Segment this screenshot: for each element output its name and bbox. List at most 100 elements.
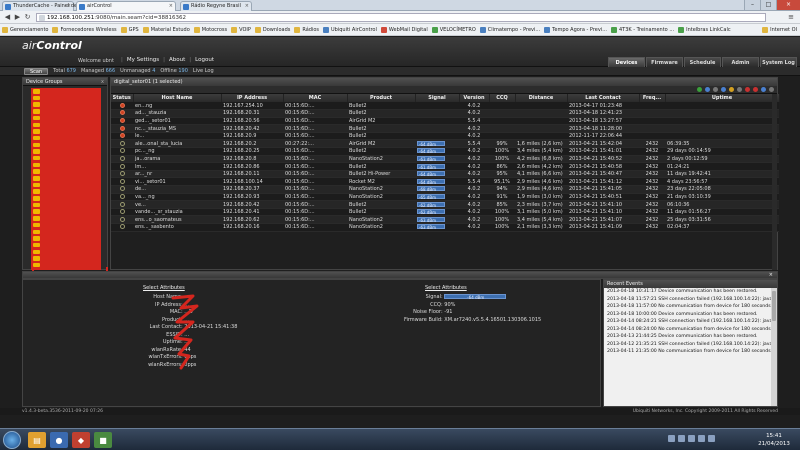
network-icon[interactable] <box>678 435 685 442</box>
group-item[interactable] <box>31 88 101 95</box>
about-link[interactable]: About <box>169 57 185 63</box>
column-header[interactable]: CCQ <box>489 94 516 102</box>
column-header[interactable]: Last Contact <box>567 94 640 102</box>
table-row[interactable]: ale...onal_sta_lucia 192.168.20.2 00:27:22… <box>111 139 779 149</box>
bookmark-item[interactable]: Tempo Agora - Previ... <box>544 26 607 33</box>
my-settings-link[interactable]: My Settings <box>127 57 159 63</box>
table-row[interactable]: de... 192.168.20.37 00:15:6D:... NanoStatio… <box>111 185 779 194</box>
group-item[interactable] <box>31 249 101 256</box>
group-item[interactable] <box>31 108 101 115</box>
refresh-icon[interactable] <box>705 87 710 92</box>
group-item[interactable] <box>31 202 101 209</box>
flag-icon[interactable] <box>698 435 705 442</box>
forward-icon[interactable]: ▶ <box>13 13 22 22</box>
column-header[interactable]: Product <box>347 94 416 102</box>
group-item[interactable] <box>31 142 101 149</box>
column-header[interactable]: IP Address <box>221 94 284 102</box>
details-close-icon[interactable]: × <box>769 272 773 279</box>
group-item[interactable] <box>31 162 101 169</box>
bookmark-item[interactable]: Gerenciamento <box>2 26 48 33</box>
bookmark-item[interactable]: Rádios <box>294 26 319 33</box>
group-item[interactable] <box>31 155 101 162</box>
table-row[interactable]: pc..._ng 192.168.20.25 00:15:6D:... Bullet2… <box>111 147 779 156</box>
table-row[interactable]: nc..._stauzia_MS 192.168.20.42 00:15:6D:..… <box>111 124 779 133</box>
minimize-icon[interactable]: – <box>744 0 760 10</box>
page-info-icon[interactable] <box>39 15 45 21</box>
upgrade-icon[interactable] <box>721 87 726 92</box>
browser-tab-thundercache[interactable]: ThunderCache - Painel de... × <box>2 1 82 11</box>
add-icon[interactable] <box>697 87 702 92</box>
table-row[interactable]: ens...o_saomateus 192.168.20.62 00:15:6D:.… <box>111 215 779 224</box>
reboot-icon[interactable] <box>745 87 750 92</box>
table-row[interactable]: vi..._setor01 192.168.100.14 00:15:6D:... R… <box>111 177 779 187</box>
browser-menu-icon[interactable]: ≡ <box>786 13 796 22</box>
column-header[interactable]: Uptime <box>665 94 780 102</box>
column-header[interactable]: Freq... <box>639 94 666 102</box>
group-item[interactable] <box>31 95 101 102</box>
back-icon[interactable]: ◀ <box>3 13 12 22</box>
group-item[interactable] <box>31 235 101 242</box>
delete-icon[interactable] <box>753 87 758 92</box>
close-window-icon[interactable]: × <box>776 0 800 10</box>
table-row[interactable]: ens..._sasbento 192.168.20.16 00:15:6D:...… <box>111 223 779 232</box>
maximize-icon[interactable]: □ <box>760 0 776 10</box>
column-header[interactable]: Distance <box>515 94 568 102</box>
tools-icon[interactable] <box>729 87 734 92</box>
browser-tab-aircontrol[interactable]: airControl × <box>76 1 176 11</box>
bookmark-item[interactable]: GPS <box>120 26 139 33</box>
group-item[interactable] <box>31 242 101 249</box>
group-item[interactable] <box>31 222 101 229</box>
column-header[interactable]: Status <box>111 94 134 102</box>
table-row[interactable]: va..._ng 192.168.20.93 00:15:6D:... NanoSta… <box>111 193 779 202</box>
tab-close-icon[interactable]: × <box>245 3 249 9</box>
tab-admin[interactable]: Admin <box>722 57 759 67</box>
group-item[interactable] <box>31 135 101 142</box>
tab-close-icon[interactable]: × <box>67 3 71 9</box>
browser-tab-radio[interactable]: Rádio Regyne Brasil × <box>180 1 252 11</box>
table-row[interactable]: ar..._nr 192.168.20.11 00:15:6D:... Bullet2… <box>111 170 779 179</box>
start-button[interactable] <box>3 431 21 449</box>
tab-firmware[interactable]: Firmware <box>646 57 683 67</box>
column-header[interactable]: Signal <box>415 94 460 102</box>
group-item[interactable] <box>31 188 101 195</box>
group-item[interactable] <box>31 101 101 108</box>
column-header[interactable]: Version <box>459 94 490 102</box>
url-input[interactable]: 192.168.100.251:9080/main.seam?cid=38816… <box>36 13 766 22</box>
table-row[interactable]: vande..._sr_stauzia 192.168.20.41 00:15:6D… <box>111 208 779 217</box>
tab-devices[interactable]: Devices <box>608 57 645 67</box>
panel-close-icon[interactable]: x <box>101 78 104 86</box>
live-log-link[interactable]: Live Log <box>193 68 214 74</box>
bookmark-item[interactable]: Ubiquiti AirControl <box>323 26 377 33</box>
tab-close-icon[interactable]: × <box>169 3 173 9</box>
select-attributes-right-link[interactable]: Select Attributes <box>425 285 467 291</box>
group-item[interactable] <box>31 148 101 155</box>
bookmark-item[interactable]: Downloads <box>254 26 290 33</box>
select-attributes-left-link[interactable]: Select Attributes <box>143 285 185 291</box>
bookmark-item[interactable]: Internet OI <box>762 26 800 33</box>
columns-icon[interactable] <box>769 87 774 92</box>
bookmark-item[interactable]: Intelbras LinkCalc <box>678 26 731 33</box>
bookmark-item[interactable]: VELOCÍMETRO <box>431 26 476 33</box>
settings-icon[interactable] <box>713 87 718 92</box>
logout-link[interactable]: Logout <box>195 57 214 63</box>
tray-icon[interactable] <box>668 435 675 442</box>
group-item[interactable] <box>31 128 101 135</box>
table-row[interactable]: ja...orama 192.168.20.8 00:15:6D:... NanoSt… <box>111 155 779 164</box>
bookmark-item[interactable]: WebMail Digital <box>380 26 428 33</box>
group-item[interactable] <box>31 208 101 215</box>
table-row[interactable]: en...ng 192.167.254.10 00:15:6D:... Bullet2… <box>111 102 779 111</box>
column-header[interactable]: Host Name <box>133 94 222 102</box>
group-item[interactable] <box>31 255 101 262</box>
table-row[interactable]: le... 192.168.20.9 00:15:6D:... Bullet2 4.0.… <box>111 132 779 141</box>
system-clock[interactable]: 15:41 21/04/2013 <box>752 432 796 448</box>
group-item[interactable] <box>31 168 101 175</box>
group-item[interactable] <box>31 195 101 202</box>
app-taskbar-icon[interactable]: ■ <box>94 432 112 448</box>
browser-taskbar-icon[interactable]: ● <box>50 432 68 448</box>
filter-icon[interactable] <box>737 87 742 92</box>
info-icon[interactable] <box>761 87 766 92</box>
group-item[interactable] <box>31 182 101 189</box>
volume-icon[interactable] <box>688 435 695 442</box>
group-item[interactable] <box>31 115 101 122</box>
bookmark-item[interactable]: Material Estudo <box>142 26 190 33</box>
